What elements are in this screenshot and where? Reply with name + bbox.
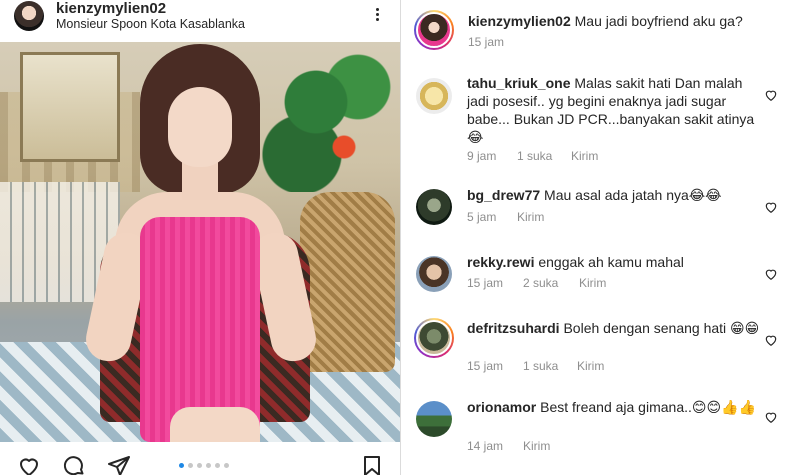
comment-avatar[interactable] xyxy=(414,318,454,358)
comment-time: 5 jam xyxy=(467,210,497,224)
photo-window xyxy=(20,52,120,162)
comment-like-heart-icon[interactable] xyxy=(764,88,778,102)
carousel-dot xyxy=(206,463,211,468)
heart-outline-icon[interactable] xyxy=(17,454,41,475)
comment-reply[interactable]: Kirim xyxy=(523,439,550,453)
comment-like-heart-icon[interactable] xyxy=(764,333,778,347)
comment-like-heart-icon[interactable] xyxy=(764,267,778,281)
comment-likes[interactable]: 2 suka xyxy=(523,276,579,290)
caption-time: 15 jam xyxy=(468,35,505,49)
caption-body: Mau jadi boyfriend aku ga? xyxy=(574,13,743,29)
comment-username[interactable]: bg_drew77 xyxy=(467,187,540,203)
carousel-indicator xyxy=(179,463,229,468)
comment-reply[interactable]: Kirim xyxy=(579,276,606,290)
comment-body: Mau asal ada jatah nya😂😂 xyxy=(544,187,722,203)
comment-avatar[interactable] xyxy=(416,401,452,437)
more-options-icon[interactable] xyxy=(370,6,384,24)
post-actions xyxy=(0,442,400,475)
post-panel: kienzymylien02 Monsieur Spoon Kota Kasab… xyxy=(0,0,400,475)
caption: kienzymylien02 Mau jadi boyfriend aku ga… xyxy=(401,0,800,58)
comment-time: 14 jam xyxy=(467,439,504,453)
comment-text: orionamor Best freand aja gimana..😊😊👍👍 xyxy=(467,398,767,416)
caption-username[interactable]: kienzymylien02 xyxy=(468,13,571,29)
comment-meta: 15 jam 1 suka Kirim xyxy=(467,359,604,373)
comment-like-heart-icon[interactable] xyxy=(764,200,778,214)
comment-text: tahu_kriuk_one Malas sakit hati Dan mala… xyxy=(467,74,767,146)
carousel-dot xyxy=(224,463,229,468)
comment-time: 15 jam xyxy=(467,359,504,373)
comment-text: bg_drew77 Mau asal ada jatah nya😂😂 xyxy=(467,186,767,204)
comment-body: Boleh dengan senang hati 😁😁 xyxy=(563,320,760,336)
comment-username[interactable]: rekky.rewi xyxy=(467,254,534,270)
comment-avatar[interactable] xyxy=(416,256,452,292)
comment-meta: 9 jam 1 suka Kirim xyxy=(467,149,598,163)
comment-meta: 14 jam Kirim xyxy=(467,439,550,453)
bookmark-icon[interactable] xyxy=(360,454,384,475)
author-avatar[interactable] xyxy=(14,1,44,31)
comment-reply[interactable]: Kirim xyxy=(517,210,544,224)
comment-text: rekky.rewi enggak ah kamu mahal xyxy=(467,253,767,271)
comment-reply[interactable]: Kirim xyxy=(577,359,604,373)
comment-bubble-icon[interactable] xyxy=(62,454,86,475)
comment-reply[interactable]: Kirim xyxy=(571,149,598,163)
comment-likes[interactable]: 1 suka xyxy=(523,359,577,373)
comment-body: enggak ah kamu mahal xyxy=(538,254,684,270)
comment-text: defritzsuhardi Boleh dengan senang hati … xyxy=(467,319,767,337)
post-header: kienzymylien02 Monsieur Spoon Kota Kasab… xyxy=(0,0,400,42)
comment-time: 15 jam xyxy=(467,276,504,290)
comment-username[interactable]: tahu_kriuk_one xyxy=(467,75,570,91)
comment-like-heart-icon[interactable] xyxy=(764,410,778,424)
comment-avatar[interactable] xyxy=(416,78,452,114)
photo-face xyxy=(168,87,232,167)
comment-username[interactable]: defritzsuhardi xyxy=(467,320,560,336)
carousel-dot xyxy=(215,463,220,468)
post-photo[interactable] xyxy=(0,42,400,442)
caption-text: kienzymylien02 Mau jadi boyfriend aku ga… xyxy=(468,12,788,30)
comment-username[interactable]: orionamor xyxy=(467,399,536,415)
comment-avatar[interactable] xyxy=(416,189,452,225)
carousel-dot-active xyxy=(179,463,184,468)
comment-likes[interactable]: 1 suka xyxy=(517,149,571,163)
comment-meta: 15 jam 2 suka Kirim xyxy=(467,276,606,290)
carousel-dot xyxy=(197,463,202,468)
comment-body: Best freand aja gimana..😊😊👍👍 xyxy=(540,399,756,415)
caption-avatar[interactable] xyxy=(414,10,454,50)
photo-plants xyxy=(260,42,400,192)
author-username[interactable]: kienzymylien02 xyxy=(56,0,166,17)
comment-meta: 5 jam Kirim xyxy=(467,210,544,224)
carousel-dot xyxy=(188,463,193,468)
comments-panel: kienzymylien02 Mau jadi boyfriend aku ga… xyxy=(401,0,800,475)
comment-time: 9 jam xyxy=(467,149,497,163)
paper-plane-icon[interactable] xyxy=(107,454,131,475)
photo-legs xyxy=(170,407,260,442)
post-location[interactable]: Monsieur Spoon Kota Kasablanka xyxy=(56,17,245,31)
